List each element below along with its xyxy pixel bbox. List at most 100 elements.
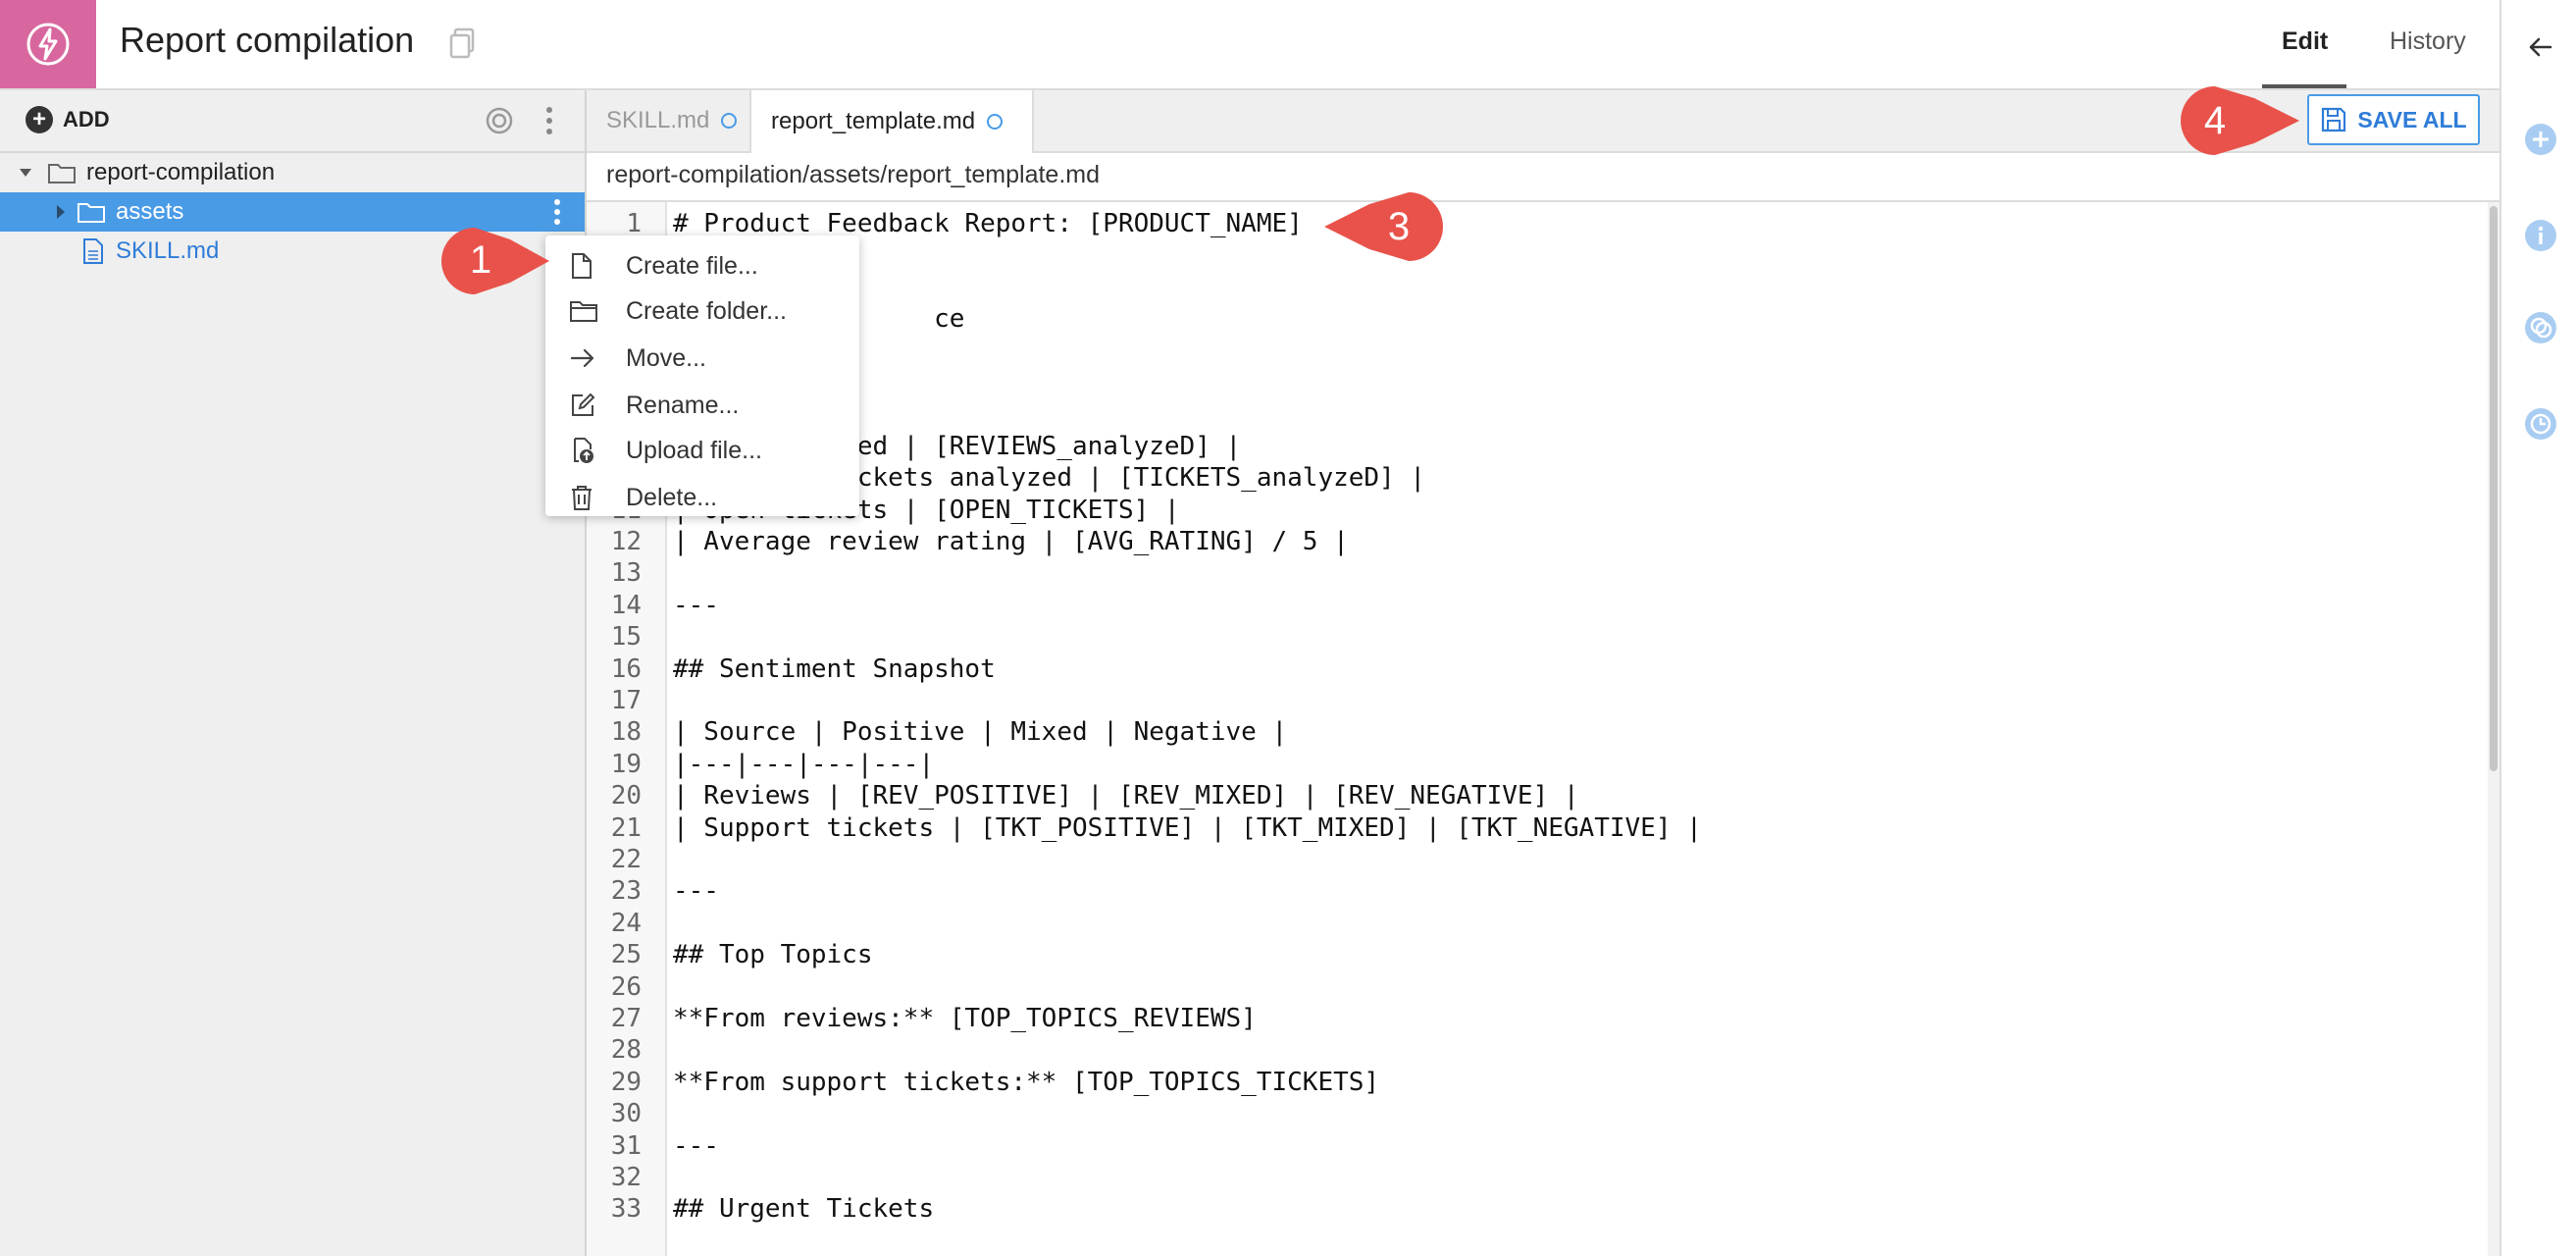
line-text: | Reviews | [REV_POSITIVE] | [REV_MIXED]… [673,781,1579,811]
menu-item-move[interactable]: Move... [545,336,859,381]
line-number: 17 [610,686,642,715]
code-line: 19 |---|---|---|---| [587,749,2460,780]
tab-edit[interactable]: Edit [2282,27,2328,56]
code-line: 21 | Support tickets | [TKT_POSITIVE] | [… [587,812,2460,844]
folder-icon [77,203,105,223]
code-line: 25 ## Top Topics [587,939,2460,970]
line-text: | Average review rating | [AVG_RATING] /… [673,527,1349,556]
target-icon[interactable] [485,106,514,135]
caret-right-icon[interactable] [53,203,69,221]
menu-item-label: Upload file... [626,436,762,464]
line-text: --- [673,590,719,620]
line-number: 33 [610,1194,642,1225]
code-line: 27 **From reviews:** [TOP_TOPICS_REVIEWS] [587,1003,2460,1034]
code-line: 4 ce [587,303,2460,335]
code-line: 6 [587,367,2460,398]
info-icon[interactable] [2523,218,2558,253]
code-line: 28 [587,1034,2460,1066]
code-line: 1 # Product Feedback Report: [PRODUCT_NAM… [587,208,2460,239]
tree-item-label: SKILL.md [116,237,220,264]
app-header: Report compilation Edit History [0,0,2499,90]
menu-item-label: Move... [626,343,706,372]
callout-4: 4 [2181,86,2299,155]
code-line: 12 | Average review rating | [AVG_RATING]… [587,526,2460,557]
code-editor[interactable]: 1 # Product Feedback Report: [PRODUCT_NAM… [587,202,2490,1256]
code-line: 14 --- [587,590,2460,621]
save-all-button[interactable]: SAVE ALL [2307,94,2480,145]
tree-item-label: assets [116,198,184,225]
line-number: 12 [610,527,642,556]
code-line: 16 ## Sentiment Snapshot [587,654,2460,685]
line-text: ## Top Topics [673,940,873,970]
line-number: 28 [610,1035,642,1066]
menu-item-upload[interactable]: Upload file... [545,428,859,473]
line-number: 29 [610,1067,642,1097]
line-text: | Support tickets | [TKT_POSITIVE] | [TK… [673,812,1702,843]
code-line: 13 [587,557,2460,589]
discussions-icon[interactable] [2523,310,2558,345]
line-number: 19 [610,749,642,779]
clock-icon[interactable] [2523,406,2558,442]
code-line: 7 [587,398,2460,430]
tree-item-label: report-compilation [86,159,276,185]
line-number: 23 [610,876,642,907]
code-line: 32 [587,1162,2460,1193]
line-text: |---|---|---|---| [673,749,935,779]
tab-skill-md[interactable]: SKILL.md [587,90,751,151]
file-path-bar: report-compilation/assets/report_templat… [587,153,2499,202]
code-line: 26 [587,971,2460,1003]
app-logo[interactable] [0,0,96,88]
code-line: 2 [587,239,2460,271]
add-circle-icon[interactable] [2523,122,2558,157]
code-line: 5 [587,336,2460,367]
code-line: 3 [587,272,2460,303]
line-number: 25 [610,940,642,970]
line-number: 24 [610,908,642,938]
code-line: 22 [587,844,2460,875]
code-line: 31 --- [587,1130,2460,1162]
line-number: 22 [610,845,642,874]
file-icon [83,238,103,264]
unsaved-dot-icon [987,114,1004,130]
context-menu: Create file... Create folder... Move... … [545,236,859,516]
menu-item-delete[interactable]: Delete... [545,475,859,520]
scrollbar-thumb[interactable] [2490,206,2498,771]
menu-item-create-folder[interactable]: Create folder... [545,288,859,334]
folder-icon [570,301,597,322]
code-line: 11| Open tickets | [OPEN_TICKETS] | [587,495,2460,526]
plus-icon: + [26,106,53,133]
more-vertical-icon[interactable] [541,104,557,137]
line-text: | Source | Positive | Mixed | Negative | [673,717,1288,748]
line-text: --- [673,1130,719,1161]
line-number: 27 [610,1004,642,1033]
add-button[interactable]: + ADD [26,106,110,133]
menu-item-create-file[interactable]: Create file... [545,243,859,288]
file-icon [572,253,592,279]
line-number: 14 [610,590,642,620]
lightning-icon [26,23,70,66]
menu-item-rename[interactable]: Rename... [545,383,859,428]
tab-label: report_template.md [771,108,976,134]
caret-down-icon[interactable] [18,165,33,181]
callout-number: 1 [470,238,491,282]
line-number: 16 [610,654,642,684]
callout-1: 1 [441,228,549,294]
copy-icon[interactable] [449,27,477,59]
tab-label: SKILL.md [606,107,710,133]
tab-report-template[interactable]: report_template.md [751,90,1034,153]
tab-history[interactable]: History [2390,27,2466,56]
line-text: ## Urgent Tickets [673,1194,935,1225]
code-line: 17 [587,685,2460,716]
more-vertical-icon[interactable] [551,197,563,227]
line-text: **From support tickets:** [TOP_TOPICS_TI… [673,1067,1380,1097]
line-number: 31 [610,1130,642,1161]
tree-item-root[interactable]: report-compilation [0,153,585,192]
line-number: 26 [610,971,642,1002]
page-title: Report compilation [120,20,415,60]
code-line: 24 [587,908,2460,939]
line-number: 32 [610,1163,642,1192]
right-rail [2499,0,2576,1256]
line-text: --- [673,876,719,907]
back-arrow-icon[interactable] [2523,29,2558,65]
code-line: 30 [587,1098,2460,1129]
